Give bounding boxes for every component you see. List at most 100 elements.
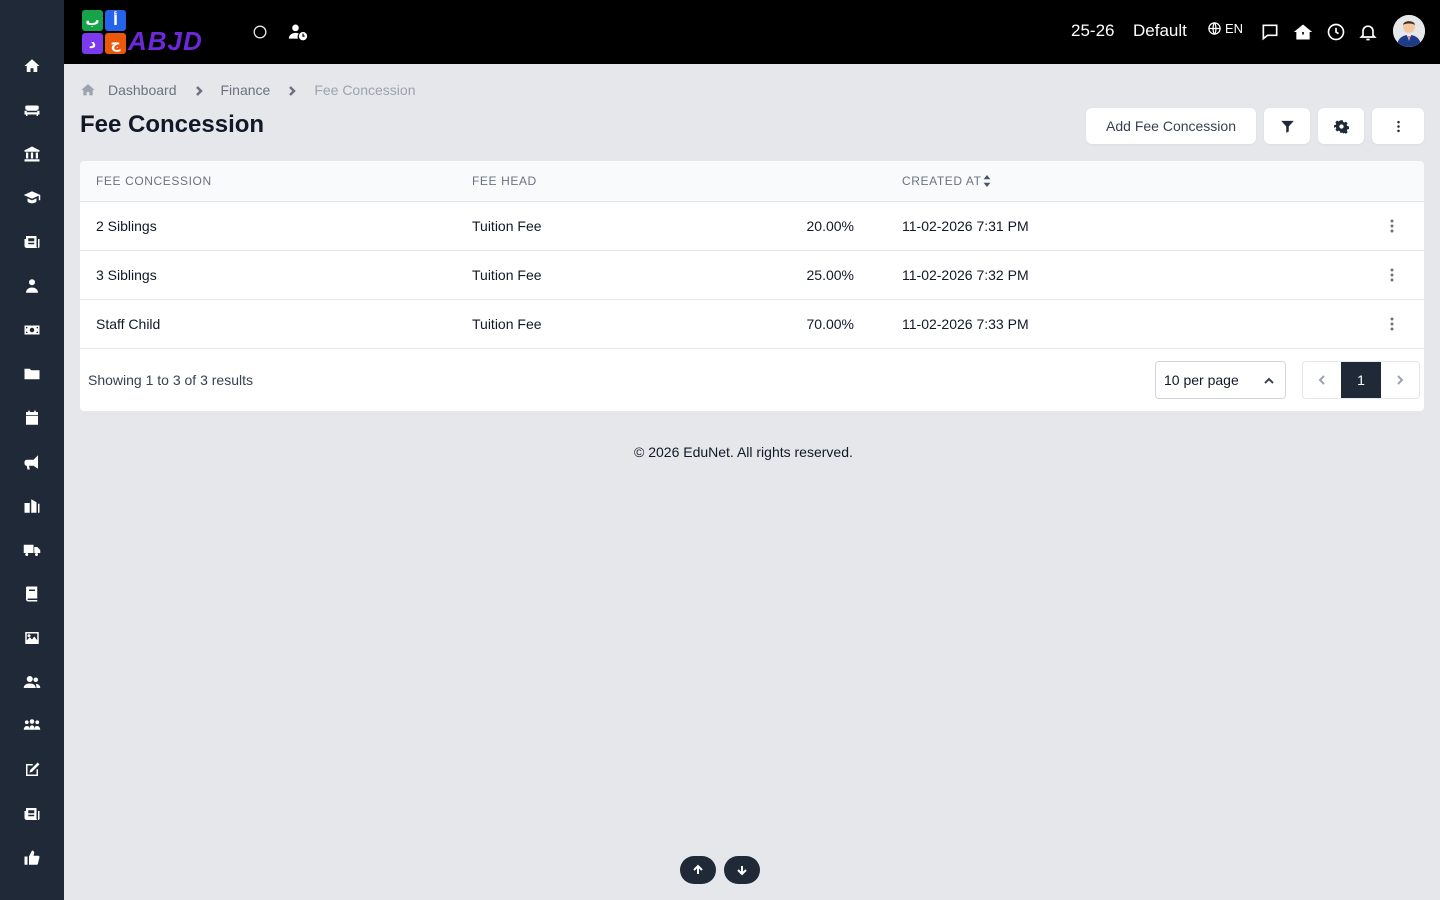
table-row[interactable]: 3 Siblings Tuition Fee 25.00% 11-02-2026… [80, 251, 1424, 300]
sidebar-item-image[interactable] [0, 616, 64, 660]
sidebar-item-newspaper[interactable] [0, 792, 64, 836]
cell-fee-concession: 2 Siblings [96, 218, 157, 234]
sidebar-item-book[interactable] [0, 572, 64, 616]
previous-page-button[interactable] [1303, 362, 1341, 398]
row-actions-button[interactable] [1380, 312, 1404, 336]
fee-concession-table: FEE CONCESSION FEE HEAD CREATED AT 2 Sib… [80, 161, 1424, 411]
logo-glyph-jim: ج [105, 33, 126, 54]
logo-glyph-dal: د [82, 33, 103, 54]
people-group-icon [23, 719, 41, 730]
table-header: FEE CONCESSION FEE HEAD CREATED AT [80, 161, 1424, 202]
sidebar-item-folder[interactable] [0, 352, 64, 396]
school-icon [24, 499, 40, 513]
sidebar-item-megaphone[interactable] [0, 440, 64, 484]
pagination: 1 [1302, 361, 1420, 399]
graduate-icon [23, 191, 41, 204]
calendar-icon [26, 410, 38, 425]
sidebar [0, 0, 64, 900]
users-icon [23, 676, 41, 688]
sidebar-item-news[interactable] [0, 220, 64, 264]
breadcrumb-current: Fee Concession [314, 82, 416, 98]
profile-selector[interactable]: Default [1133, 21, 1187, 41]
bank-icon [24, 146, 40, 162]
cell-fee-head: Tuition Fee [472, 316, 542, 332]
add-fee-concession-button[interactable]: Add Fee Concession [1086, 108, 1256, 144]
megaphone-icon [24, 455, 38, 470]
arrow-up-icon [693, 864, 703, 874]
column-created-at-label: CREATED AT [902, 174, 982, 188]
sofa-icon [24, 105, 40, 116]
clock-icon[interactable] [1324, 20, 1348, 44]
globe-icon [1208, 22, 1221, 35]
column-created-at[interactable]: CREATED AT [902, 174, 992, 188]
arrow-down-icon [737, 866, 747, 876]
sidebar-item-home[interactable] [0, 44, 64, 88]
sort-icon [983, 175, 991, 187]
sidebar-item-bank[interactable] [0, 132, 64, 176]
more-vertical-icon [1390, 317, 1394, 331]
user-clock-icon[interactable] [286, 20, 310, 44]
page-number-button[interactable]: 1 [1341, 362, 1381, 398]
session-selector[interactable]: 25-26 [1071, 21, 1114, 41]
avatar[interactable] [1393, 15, 1425, 47]
sidebar-item-money[interactable] [0, 308, 64, 352]
image-icon [25, 632, 39, 644]
message-icon[interactable] [1258, 20, 1282, 44]
filter-button[interactable] [1264, 108, 1310, 144]
sidebar-item-thumbs-up[interactable] [0, 836, 64, 880]
cell-fee-head: Tuition Fee [472, 218, 542, 234]
logo-glyph-ba: ب [82, 10, 103, 31]
column-fee-head: FEE HEAD [472, 174, 537, 188]
thumbs-up-icon [24, 850, 40, 865]
cell-percent: 25.00% [806, 267, 854, 283]
scroll-up-button[interactable] [680, 856, 716, 884]
cell-percent: 20.00% [806, 218, 854, 234]
more-options-button[interactable] [1372, 108, 1424, 144]
topbar: ب أ د ج ABJD 25-26 Default EN [64, 0, 1440, 64]
row-actions-button[interactable] [1380, 263, 1404, 287]
book-icon [25, 586, 38, 602]
sidebar-item-school[interactable] [0, 484, 64, 528]
cell-created-at: 11-02-2026 7:33 PM [902, 316, 1029, 332]
home-icon [81, 84, 95, 96]
sidebar-item-user-tie[interactable] [0, 264, 64, 308]
sidebar-item-people-group[interactable] [0, 704, 64, 748]
user-tie-icon [26, 279, 38, 293]
next-page-button[interactable] [1381, 362, 1419, 398]
chevron-right-icon [193, 84, 205, 96]
news-icon [24, 236, 40, 248]
filter-icon [1280, 120, 1294, 133]
sidebar-item-users[interactable] [0, 660, 64, 704]
row-actions-button[interactable] [1380, 214, 1404, 238]
copyright-footer: © 2026 EduNet. All rights reserved. [634, 444, 853, 460]
cell-created-at: 11-02-2026 7:31 PM [902, 218, 1029, 234]
bell-icon[interactable] [1356, 20, 1380, 44]
sidebar-item-graduate[interactable] [0, 176, 64, 220]
cell-created-at: 11-02-2026 7:32 PM [902, 267, 1029, 283]
language-label: EN [1225, 21, 1244, 36]
table-row[interactable]: Staff Child Tuition Fee 70.00% 11-02-202… [80, 300, 1424, 349]
cell-fee-head: Tuition Fee [472, 267, 542, 283]
house-icon[interactable] [1291, 20, 1315, 44]
sidebar-item-calendar[interactable] [0, 396, 64, 440]
app-logo[interactable]: ب أ د ج ABJD [80, 8, 226, 56]
chevron-right-icon [286, 84, 298, 96]
cell-percent: 70.00% [806, 316, 854, 332]
newspaper-icon [24, 808, 40, 820]
home-icon [24, 59, 40, 72]
table-row[interactable]: 2 Siblings Tuition Fee 20.00% 11-02-2026… [80, 202, 1424, 251]
breadcrumb-finance[interactable]: Finance [221, 82, 271, 98]
cell-fee-concession: Staff Child [96, 316, 161, 332]
breadcrumb: Dashboard Finance Fee Concession [80, 80, 415, 100]
language-selector[interactable]: EN [1207, 21, 1243, 36]
breadcrumb-home[interactable] [80, 82, 96, 98]
breadcrumb-dashboard[interactable]: Dashboard [108, 82, 177, 98]
settings-button[interactable] [1318, 108, 1364, 144]
sidebar-item-truck[interactable] [0, 528, 64, 572]
sidebar-item-edit[interactable] [0, 748, 64, 792]
scroll-down-button[interactable] [724, 856, 760, 884]
sidebar-item-sofa[interactable] [0, 88, 64, 132]
user-avatar-icon [1393, 15, 1425, 47]
per-page-select[interactable]: 10 per page [1155, 361, 1286, 399]
status-circle-icon[interactable] [248, 20, 272, 44]
